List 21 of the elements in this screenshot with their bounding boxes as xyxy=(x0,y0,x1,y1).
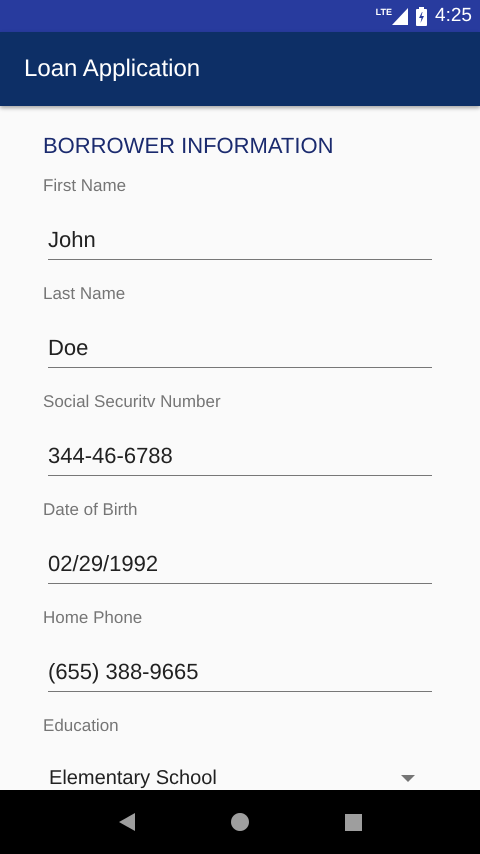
back-icon[interactable] xyxy=(118,813,134,831)
input-field[interactable]: (655) 388-9665 xyxy=(48,652,432,692)
field-label: Last Name xyxy=(43,283,126,305)
field-label: First Name xyxy=(43,175,128,197)
recents-icon[interactable] xyxy=(344,814,362,830)
dropdown[interactable]: Elementary School xyxy=(49,758,415,790)
input-field[interactable]: Doe xyxy=(48,328,432,368)
section-title: BORROWER INFORMATION xyxy=(43,132,334,160)
network-label: LTE xyxy=(376,8,392,16)
home-icon[interactable] xyxy=(230,813,248,831)
field-label: Home Phone xyxy=(43,607,144,629)
clock-time: 4:25 xyxy=(435,4,472,28)
input-field[interactable]: John xyxy=(48,220,432,260)
field-label: Social Securitv Number xyxy=(43,391,222,413)
input-field[interactable]: 02/29/1992 xyxy=(48,544,432,584)
caret-icon xyxy=(401,774,415,782)
input-field[interactable]: 344-46-6788 xyxy=(48,436,432,476)
app-title: Loan Application xyxy=(24,54,200,84)
field-label: Education xyxy=(43,715,120,737)
field-label: Date of Birth xyxy=(43,499,138,521)
battery-icon xyxy=(416,6,428,26)
